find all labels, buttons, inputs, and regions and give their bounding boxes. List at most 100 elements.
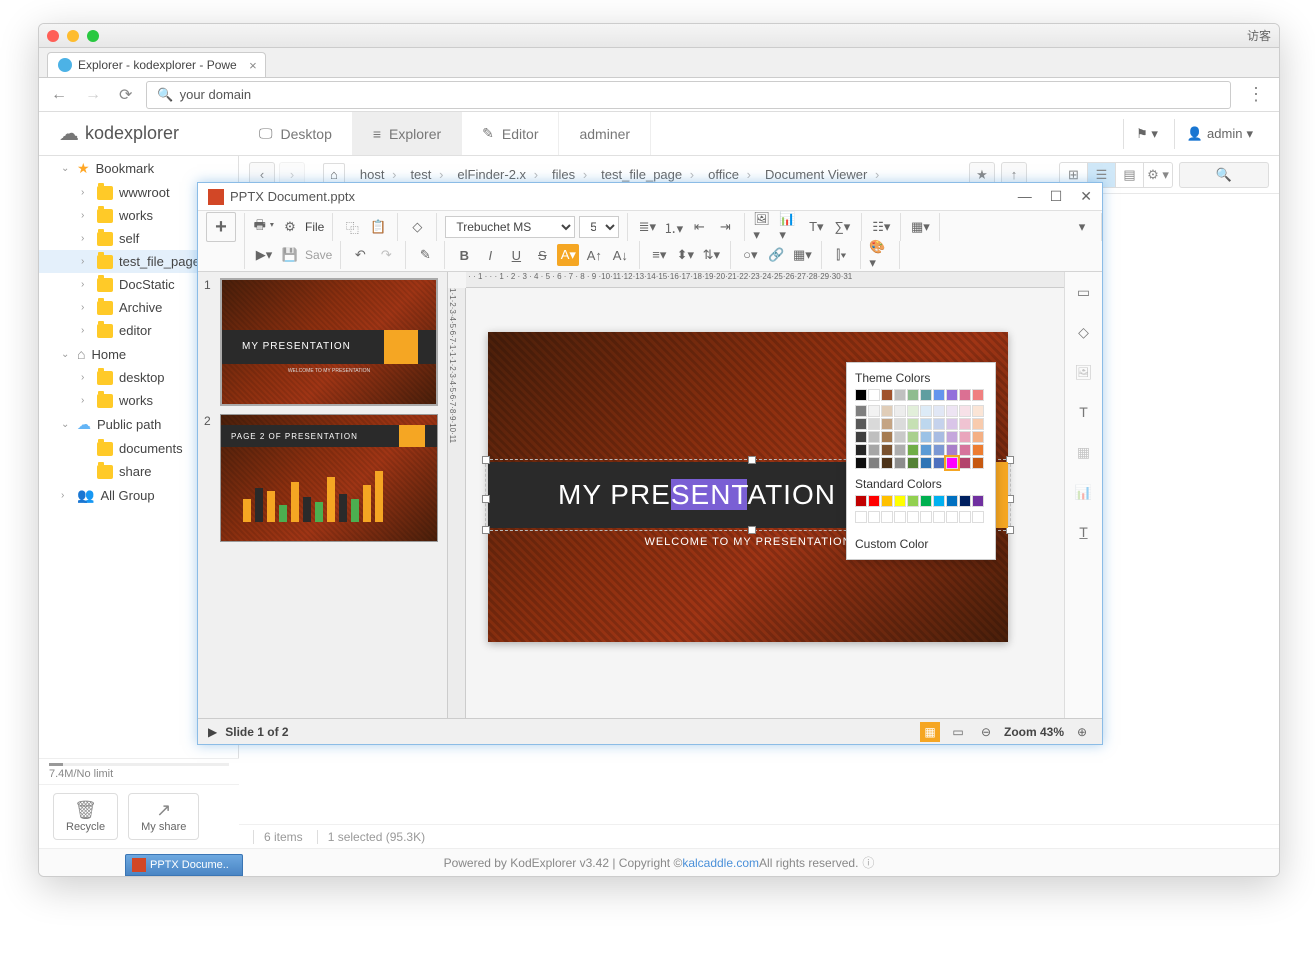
flag-button[interactable]: ⚑ ▾ [1123,119,1170,149]
color-swatch[interactable] [907,444,919,456]
linespacing-icon[interactable]: ⇅▾ [700,244,722,266]
strike-icon[interactable]: S [531,244,553,266]
color-swatch[interactable] [972,457,984,469]
slide-thumbnail-2[interactable]: PAGE 2 OF PRESENTATION [220,414,438,542]
color-swatch[interactable] [868,444,880,456]
color-swatch[interactable] [920,457,932,469]
slide-canvas[interactable]: · · 1 · · · 1 · 2 · 3 · 4 · 5 · 6 · 7 · … [448,272,1064,718]
color-swatch[interactable] [946,457,958,469]
color-swatch[interactable] [855,495,867,507]
color-swatch[interactable] [881,418,893,430]
valign-icon[interactable]: ⬍▾ [674,244,696,266]
color-swatch[interactable] [855,431,867,443]
color-swatch[interactable] [920,444,932,456]
slide-settings-icon[interactable]: ▭ [1074,282,1094,302]
color-swatch[interactable] [881,511,893,523]
eraser-icon[interactable]: ◇ [406,216,428,238]
textart-settings-icon[interactable]: T̲ [1074,522,1094,542]
color-swatch[interactable] [868,431,880,443]
shape-icon[interactable]: ○▾ [739,244,761,266]
user-menu[interactable]: 👤admin ▾ [1174,119,1265,149]
color-swatch[interactable] [959,418,971,430]
color-swatch[interactable] [933,405,945,417]
color-swatch[interactable] [855,444,867,456]
view-columns[interactable]: ▤ [1116,163,1144,187]
color-swatch[interactable] [907,495,919,507]
color-swatch[interactable] [972,495,984,507]
color-swatch[interactable] [959,495,971,507]
color-swatch[interactable] [868,495,880,507]
color-swatch[interactable] [868,511,880,523]
reload-button[interactable]: ⟳ [115,83,136,107]
play-icon[interactable]: ▶ [208,725,217,739]
color-swatch[interactable] [920,431,932,443]
color-swatch[interactable] [959,511,971,523]
outdent-icon[interactable]: ⇤ [688,216,710,238]
color-swatch[interactable] [868,389,880,401]
underline-icon[interactable]: U [505,244,527,266]
italic-icon[interactable]: I [479,244,501,266]
url-input[interactable]: 🔍 your domain [146,81,1231,109]
color-swatch[interactable] [907,457,919,469]
color-swatch[interactable] [933,431,945,443]
browser-menu-icon[interactable]: ⋮ [1241,84,1271,105]
color-swatch[interactable] [972,431,984,443]
color-swatch[interactable] [868,418,880,430]
dropdown-icon[interactable]: ▾ [1071,216,1093,238]
color-swatch[interactable] [907,431,919,443]
taskbar-item[interactable]: PPTX Docume.. [125,854,243,876]
maximize-icon[interactable] [87,30,99,42]
play-icon[interactable]: ▶▾ [253,244,275,266]
chart-icon[interactable]: 📊▾ [779,216,801,238]
color-swatch[interactable] [946,495,958,507]
color-swatch[interactable] [933,389,945,401]
fontsize-down-icon[interactable]: A↓ [609,244,631,266]
list-bullets-icon[interactable]: ≣▾ [636,216,658,238]
color-swatch[interactable] [972,389,984,401]
fontsize-up-icon[interactable]: A↑ [583,244,605,266]
undo-icon[interactable]: ↶ [349,244,371,266]
tab-desktop[interactable]: 🖵Desktop [239,112,353,155]
close-icon[interactable] [47,30,59,42]
info-icon[interactable]: ⓘ [862,854,874,871]
fit-to-width-icon[interactable]: ▦ [920,722,940,742]
color-swatch[interactable] [894,389,906,401]
arrange-icon[interactable]: ☷▾ [870,216,892,238]
save-icon[interactable]: 💾 [279,244,301,266]
align-left-icon[interactable]: ≡▾ [648,244,670,266]
color-swatch[interactable] [933,511,945,523]
color-swatch[interactable] [920,389,932,401]
layout-icon[interactable]: ▦▾ [909,216,931,238]
tab-adminer[interactable]: adminer [559,112,651,155]
color-swatch[interactable] [907,389,919,401]
search-input[interactable]: 🔍 [1179,162,1269,188]
color-swatch[interactable] [855,511,867,523]
color-swatch[interactable] [894,495,906,507]
custom-color-button[interactable]: Custom Color [855,531,987,551]
color-swatch[interactable] [933,457,945,469]
theme-icon[interactable]: 🎨▾ [869,244,891,266]
chart-settings-icon[interactable]: 📊 [1074,482,1094,502]
color-swatch[interactable] [946,444,958,456]
table-icon[interactable]: ▦▾ [791,244,813,266]
color-swatch[interactable] [933,495,945,507]
image-settings-icon[interactable]: 🖼 [1074,362,1094,382]
view-settings[interactable]: ⚙ ▾ [1144,163,1172,187]
zoom-out-icon[interactable]: ⊖ [976,722,996,742]
back-button[interactable]: ← [47,84,71,106]
color-swatch[interactable] [868,457,880,469]
bold-icon[interactable]: B [453,244,475,266]
color-swatch[interactable] [972,418,984,430]
equation-icon[interactable]: ∑▾ [831,216,853,238]
font-select[interactable]: Trebuchet MS [445,216,575,238]
color-swatch[interactable] [972,444,984,456]
color-swatch[interactable] [946,511,958,523]
color-swatch[interactable] [907,511,919,523]
fontsize-select[interactable]: 54 [579,216,619,238]
image-icon[interactable]: 🖼▾ [753,216,775,238]
color-swatch[interactable] [881,495,893,507]
myshare-button[interactable]: ↗My share [128,793,199,840]
color-swatch[interactable] [946,389,958,401]
color-swatch[interactable] [907,418,919,430]
sidebar-bookmark[interactable]: ⌄★Bookmark [39,156,238,181]
